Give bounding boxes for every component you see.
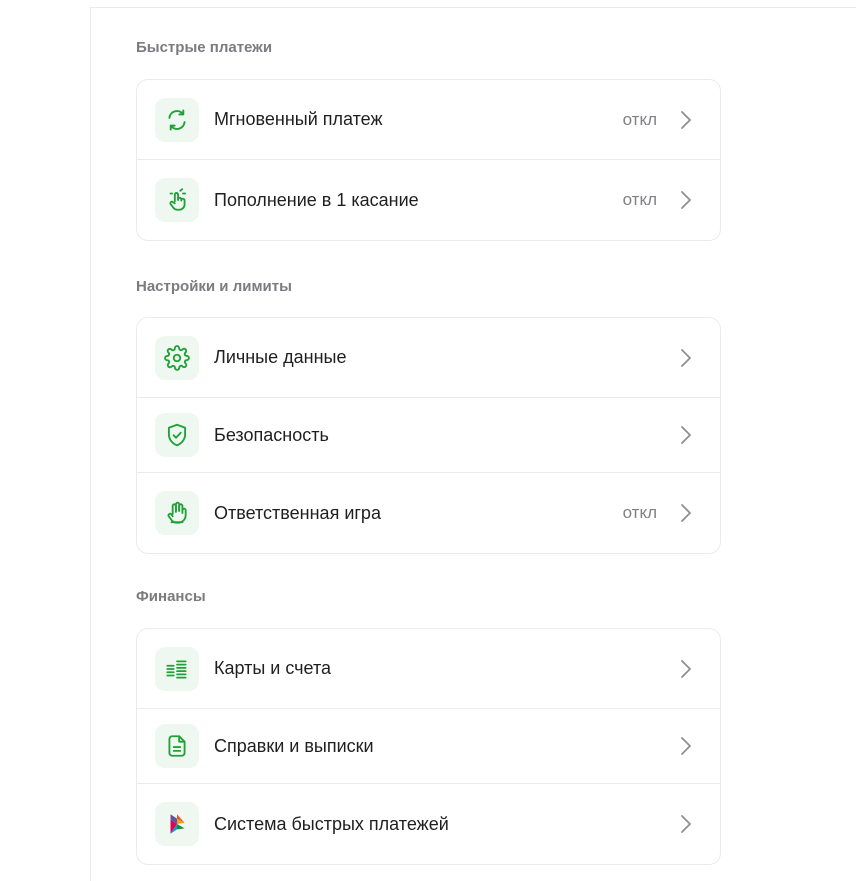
tap-hand-icon: [155, 178, 199, 222]
row-sbp[interactable]: Система быстрых платежей: [137, 783, 720, 864]
sbp-logo-icon: [155, 802, 199, 846]
row-one-touch-topup[interactable]: Пополнение в 1 касание откл: [137, 159, 720, 240]
card-finances: Карты и счета Справки и выписки Система …: [136, 628, 721, 865]
chevron-right-icon: [678, 109, 694, 131]
row-label: Пополнение в 1 касание: [214, 189, 419, 210]
row-responsible-gaming[interactable]: Ответственная игра откл: [137, 472, 720, 553]
hand-stop-icon: [155, 491, 199, 535]
card-fast-payments: Мгновенный платеж откл Пополнение в 1 ка…: [136, 79, 721, 241]
gear-icon: [155, 335, 199, 380]
section-title-settings-limits: Настройки и лимиты: [136, 278, 292, 295]
coin-stacks-icon: [155, 646, 199, 691]
status-text: откл: [622, 503, 657, 522]
row-security[interactable]: Безопасность: [137, 397, 720, 472]
chevron-right-icon: [678, 813, 694, 835]
chevron-right-icon: [678, 735, 694, 757]
row-label: Справки и выписки: [214, 735, 374, 756]
row-label: Карты и счета: [214, 658, 331, 678]
chevron-right-icon: [678, 189, 694, 211]
left-divider: [90, 8, 91, 881]
row-label: Система быстрых платежей: [214, 813, 449, 834]
row-cards-accounts[interactable]: Карты и счета: [137, 629, 720, 708]
row-label: Ответственная игра: [214, 502, 381, 523]
status-text: откл: [622, 190, 657, 209]
chevron-right-icon: [678, 424, 694, 446]
top-divider: [90, 7, 856, 8]
row-label: Безопасность: [214, 424, 329, 445]
row-label: Личные данные: [214, 347, 347, 367]
chevron-right-icon: [678, 347, 694, 369]
document-icon: [155, 724, 199, 768]
shield-check-icon: [155, 413, 199, 457]
row-instant-payment[interactable]: Мгновенный платеж откл: [137, 80, 720, 159]
row-personal-data[interactable]: Личные данные: [137, 318, 720, 397]
sync-arrows-icon: [155, 97, 199, 142]
chevron-right-icon: [678, 658, 694, 680]
row-statements[interactable]: Справки и выписки: [137, 708, 720, 783]
section-title-fast-payments: Быстрые платежи: [136, 39, 273, 56]
row-label: Мгновенный платеж: [214, 109, 383, 129]
status-text: откл: [622, 109, 657, 129]
card-settings-limits: Личные данные Безопасность Ответственная…: [136, 317, 721, 554]
chevron-right-icon: [678, 502, 694, 524]
section-title-finances: Финансы: [136, 588, 206, 605]
